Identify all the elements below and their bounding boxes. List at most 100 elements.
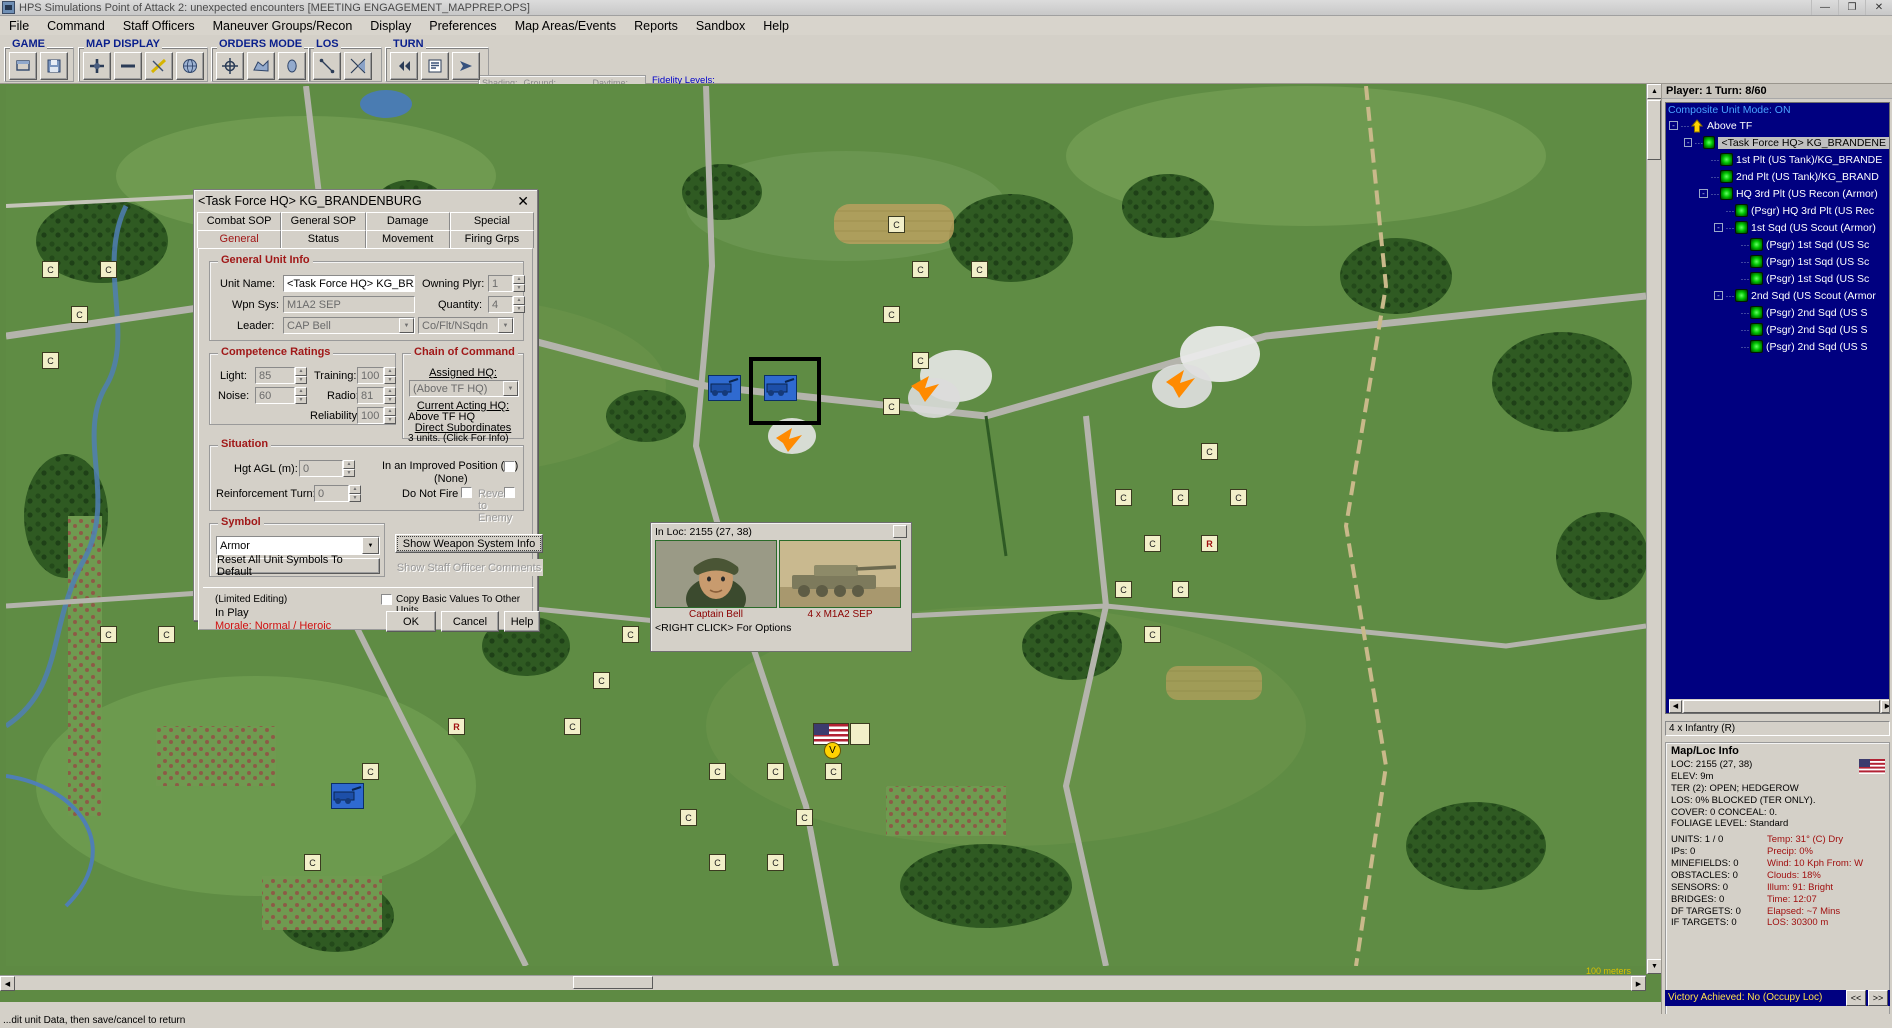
- reliability-stepper[interactable]: ▲ ▼: [384, 407, 396, 424]
- tree-node[interactable]: ··· (Psgr) 1st Sqd (US Sc: [1666, 270, 1889, 287]
- rewind-icon[interactable]: [390, 52, 418, 80]
- unit-tree-nodes[interactable]: - ··· Above TF - ··· <Task Force HQ> KG_BRAND…: [1666, 117, 1889, 355]
- map-counter[interactable]: C: [564, 718, 581, 735]
- chevron-down-icon[interactable]: ▼: [362, 537, 379, 554]
- map-counter[interactable]: C: [71, 306, 88, 323]
- tree-node[interactable]: - ··· HQ 3rd Plt (US Recon (Armor): [1666, 185, 1889, 202]
- unit-tree[interactable]: Composite Unit Mode: ON - ··· Above TF - ···…: [1665, 102, 1890, 714]
- map-counter[interactable]: C: [709, 763, 726, 780]
- nav-next-button[interactable]: >>: [1868, 990, 1888, 1006]
- vscroll-thumb[interactable]: [1647, 100, 1661, 160]
- scroll-down-arrow[interactable]: ▼: [1647, 959, 1661, 974]
- map-counter[interactable]: C: [362, 763, 379, 780]
- map-counter[interactable]: C: [912, 261, 929, 278]
- direct-subordinates-value[interactable]: 3 units. (Click For Info): [408, 433, 509, 444]
- map-counter[interactable]: C: [1172, 489, 1189, 506]
- zoom-in-icon[interactable]: [83, 52, 111, 80]
- menu-item-file[interactable]: File: [0, 18, 38, 34]
- map-counter[interactable]: C: [593, 672, 610, 689]
- hgt-agl-input[interactable]: 0: [299, 460, 343, 477]
- tab-firing-grps[interactable]: Firing Grps: [449, 230, 534, 248]
- zoom-out-icon[interactable]: [114, 52, 142, 80]
- map-counter[interactable]: C: [680, 809, 697, 826]
- tree-collapse-icon[interactable]: -: [1714, 223, 1723, 232]
- training-input[interactable]: 100: [357, 367, 384, 384]
- map-counter[interactable]: C: [912, 352, 929, 369]
- hscroll-thumb[interactable]: [573, 976, 653, 989]
- los-block-icon[interactable]: [344, 52, 372, 80]
- tree-node[interactable]: ··· 1st Plt (US Tank)/KG_BRANDE: [1666, 151, 1889, 168]
- popup-weapon-cell[interactable]: 4 x M1A2 SEP: [779, 540, 901, 620]
- tab-damage[interactable]: Damage: [365, 212, 450, 230]
- tree-scroll-right[interactable]: ▶: [1881, 699, 1889, 713]
- ruler-icon[interactable]: [145, 52, 173, 80]
- chevron-down-icon[interactable]: ▼: [498, 318, 513, 333]
- maximize-button[interactable]: ❐: [1838, 0, 1865, 15]
- owning-player-stepper[interactable]: ▲ ▼: [513, 275, 525, 292]
- popup-leader-cell[interactable]: Captain Bell: [655, 540, 777, 620]
- assigned-hq-select[interactable]: (Above TF HQ) ▼: [409, 380, 519, 397]
- scroll-left-arrow[interactable]: ◀: [0, 976, 15, 991]
- popup-close-button[interactable]: [893, 525, 907, 538]
- tab-general[interactable]: General: [197, 230, 282, 248]
- cancel-button[interactable]: Cancel: [441, 611, 499, 632]
- tree-node[interactable]: - ··· 2nd Sqd (US Scout (Armor: [1666, 287, 1889, 304]
- menu-item-help[interactable]: Help: [754, 18, 798, 34]
- los-line-icon[interactable]: [313, 52, 341, 80]
- map-counter[interactable]: C: [1201, 443, 1218, 460]
- chevron-down-icon[interactable]: ▼: [503, 381, 518, 396]
- map-counter[interactable]: C: [709, 854, 726, 871]
- owning-player-input[interactable]: 1: [488, 275, 513, 292]
- globe-icon[interactable]: [176, 52, 204, 80]
- terrain-icon[interactable]: [247, 52, 275, 80]
- menu-item-reports[interactable]: Reports: [625, 18, 687, 34]
- minimize-button[interactable]: —: [1811, 0, 1838, 15]
- tree-node[interactable]: ··· (Psgr) 1st Sqd (US Sc: [1666, 236, 1889, 253]
- reveal-to-enemy-checkbox[interactable]: [504, 487, 515, 498]
- map-counter[interactable]: C: [825, 763, 842, 780]
- new-game-icon[interactable]: [9, 52, 37, 80]
- map-counter[interactable]: C: [888, 216, 905, 233]
- menu-item-sandbox[interactable]: Sandbox: [687, 18, 754, 34]
- tree-node[interactable]: - ··· 1st Sqd (US Scout (Armor): [1666, 219, 1889, 236]
- map-vertical-scrollbar[interactable]: ▲ ▼: [1646, 84, 1661, 974]
- tree-collapse-icon[interactable]: -: [1669, 121, 1678, 130]
- next-turn-icon[interactable]: [452, 52, 480, 80]
- save-game-icon[interactable]: [40, 52, 68, 80]
- tab-movement[interactable]: Movement: [365, 230, 450, 248]
- noise-stepper[interactable]: ▲ ▼: [295, 387, 307, 404]
- nav-prev-button[interactable]: <<: [1846, 990, 1866, 1006]
- target-icon[interactable]: [216, 52, 244, 80]
- tree-node[interactable]: - ··· Above TF: [1666, 117, 1889, 134]
- tab-status[interactable]: Status: [281, 230, 366, 248]
- map-counter[interactable]: C: [42, 261, 59, 278]
- reset-symbols-button[interactable]: Reset All Unit Symbols To Default: [216, 554, 380, 578]
- window-controls[interactable]: — ❐ ✕: [1811, 0, 1892, 16]
- symbol-select[interactable]: Armor ▼: [216, 536, 380, 555]
- tree-horizontal-scrollbar[interactable]: ◀ ▶: [1669, 699, 1889, 713]
- map-counter[interactable]: C: [796, 809, 813, 826]
- tree-collapse-icon[interactable]: -: [1699, 189, 1708, 198]
- chevron-down-icon[interactable]: ▼: [399, 318, 414, 333]
- tree-node[interactable]: ··· (Psgr) 2nd Sqd (US S: [1666, 321, 1889, 338]
- wpn-sys-input[interactable]: M1A2 SEP: [283, 296, 415, 313]
- map-counter[interactable]: C: [1115, 581, 1132, 598]
- radio-stepper[interactable]: ▲ ▼: [384, 387, 396, 404]
- map-counter[interactable]: C: [1144, 535, 1161, 552]
- tree-node[interactable]: ··· (Psgr) 2nd Sqd (US S: [1666, 338, 1889, 355]
- help-button[interactable]: Help: [504, 611, 540, 632]
- map-counter[interactable]: C: [971, 261, 988, 278]
- scroll-right-arrow[interactable]: ▶: [1631, 976, 1646, 991]
- training-stepper[interactable]: ▲ ▼: [384, 367, 396, 384]
- map-counter[interactable]: C: [767, 763, 784, 780]
- tree-scroll-left[interactable]: ◀: [1669, 699, 1682, 713]
- victory-marker-icon[interactable]: V: [824, 742, 841, 759]
- close-button[interactable]: ✕: [1865, 0, 1892, 15]
- map-counter[interactable]: C: [883, 398, 900, 415]
- quantity-stepper[interactable]: ▲ ▼: [513, 296, 525, 313]
- echelon-select[interactable]: Co/Flt/NSqdn ▼: [418, 317, 514, 334]
- tree-collapse-icon[interactable]: -: [1684, 138, 1693, 147]
- reinforcement-turn-stepper[interactable]: ▲ ▼: [349, 485, 361, 502]
- unit-info-popup[interactable]: In Loc: 2155 (27, 38) Captain Bell 4 x M…: [650, 522, 912, 652]
- unit-icon[interactable]: [278, 52, 306, 80]
